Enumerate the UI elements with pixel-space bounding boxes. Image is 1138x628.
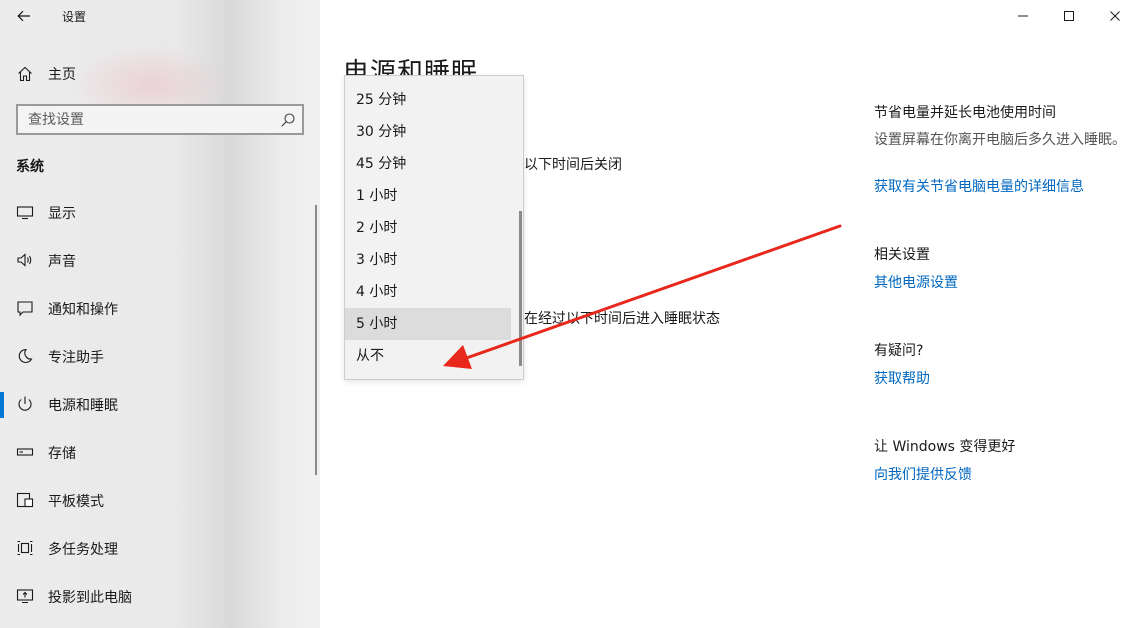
sidebar-item-project-to-pc[interactable]: 投影到此电脑 (0, 576, 320, 616)
search-icon[interactable] (280, 112, 296, 128)
sidebar-item-tablet-mode[interactable]: 平板模式 (0, 480, 320, 520)
power-saving-info-link[interactable]: 获取有关节省电脑电量的详细信息 (874, 176, 1084, 196)
dropdown-option[interactable]: 30 分钟 (345, 116, 511, 148)
sidebar-item-display[interactable]: 显示 (0, 192, 320, 232)
sidebar-item-label: 主页 (48, 67, 76, 83)
storage-icon (16, 448, 34, 456)
dropdown-option[interactable]: 1 小时 (345, 180, 511, 212)
sidebar-item-label: 多任务处理 (48, 542, 118, 558)
dropdown-option[interactable]: 25 分钟 (345, 84, 511, 116)
notification-icon (17, 301, 33, 317)
dropdown-scrollbar[interactable] (519, 211, 522, 366)
get-help-link[interactable]: 获取帮助 (874, 368, 930, 388)
close-button[interactable] (1092, 0, 1138, 32)
sidebar-item-label: 平板模式 (48, 494, 104, 510)
minimize-icon (1018, 15, 1028, 17)
dropdown-option[interactable]: 2 小时 (345, 212, 511, 244)
app-title: 设置 (62, 10, 87, 24)
tips-heading: 节省电量并延长电池使用时间 (874, 105, 1056, 121)
sidebar-item-label: 存储 (48, 446, 76, 462)
sidebar-item-home[interactable]: 主页 (0, 58, 320, 88)
sidebar-item-label: 电源和睡眠 (48, 398, 118, 414)
maximize-button[interactable] (1046, 0, 1092, 32)
display-icon (16, 206, 34, 220)
home-icon (18, 66, 32, 82)
search-box (16, 104, 304, 135)
multitask-icon (17, 540, 33, 556)
dropdown-option-selected[interactable]: 5 小时 (345, 308, 511, 340)
back-button[interactable] (10, 4, 38, 28)
minimize-button[interactable] (1000, 0, 1046, 32)
sidebar-item-label: 专注助手 (48, 350, 104, 366)
maximize-icon (1064, 11, 1074, 21)
sidebar-item-label: 显示 (48, 206, 76, 222)
tips-description: 设置屏幕在你离开电脑后多久进入睡眠。 (874, 132, 1126, 148)
question-heading: 有疑问? (874, 343, 924, 359)
dropdown-option[interactable]: 3 小时 (345, 244, 511, 276)
sidebar-item-label: 声音 (48, 254, 76, 270)
dropdown-option[interactable]: 从不 (345, 340, 511, 372)
active-indicator (0, 392, 4, 418)
sidebar-item-multitasking[interactable]: 多任务处理 (0, 528, 320, 568)
power-icon (18, 396, 32, 411)
sidebar-item-power-sleep[interactable]: 电源和睡眠 (0, 384, 320, 424)
sidebar-item-label: 投影到此电脑 (48, 590, 132, 606)
feedback-heading: 让 Windows 变得更好 (874, 439, 1016, 455)
moon-icon (18, 348, 33, 363)
search-input[interactable] (18, 106, 268, 133)
sidebar-item-focus-assist[interactable]: 专注助手 (0, 336, 320, 376)
dropdown-option[interactable]: 4 小时 (345, 276, 511, 308)
related-settings-heading: 相关设置 (874, 247, 930, 263)
sidebar-item-label: 通知和操作 (48, 302, 118, 318)
sidebar: 设置 主页 系统 显示 声音 通知和操作 (0, 0, 320, 628)
tablet-icon (16, 492, 34, 508)
dropdown-option[interactable]: 45 分钟 (345, 148, 511, 180)
back-arrow-icon (17, 10, 30, 22)
project-icon (16, 589, 34, 604)
other-power-settings-link[interactable]: 其他电源设置 (874, 272, 958, 292)
sleep-label: 在经过以下时间后进入睡眠状态 (524, 311, 720, 327)
section-title: 系统 (16, 159, 44, 175)
screen-off-label: 以下时间后关闭 (524, 157, 622, 173)
sidebar-scrollbar[interactable] (315, 205, 317, 475)
give-feedback-link[interactable]: 向我们提供反馈 (874, 464, 972, 484)
sidebar-item-storage[interactable]: 存储 (0, 432, 320, 472)
sidebar-item-notifications[interactable]: 通知和操作 (0, 288, 320, 328)
speaker-icon (17, 253, 32, 267)
sidebar-item-sound[interactable]: 声音 (0, 240, 320, 280)
close-icon (1110, 11, 1120, 21)
timeout-dropdown-list: 25 分钟 30 分钟 45 分钟 1 小时 2 小时 3 小时 4 小时 5 … (344, 75, 524, 380)
